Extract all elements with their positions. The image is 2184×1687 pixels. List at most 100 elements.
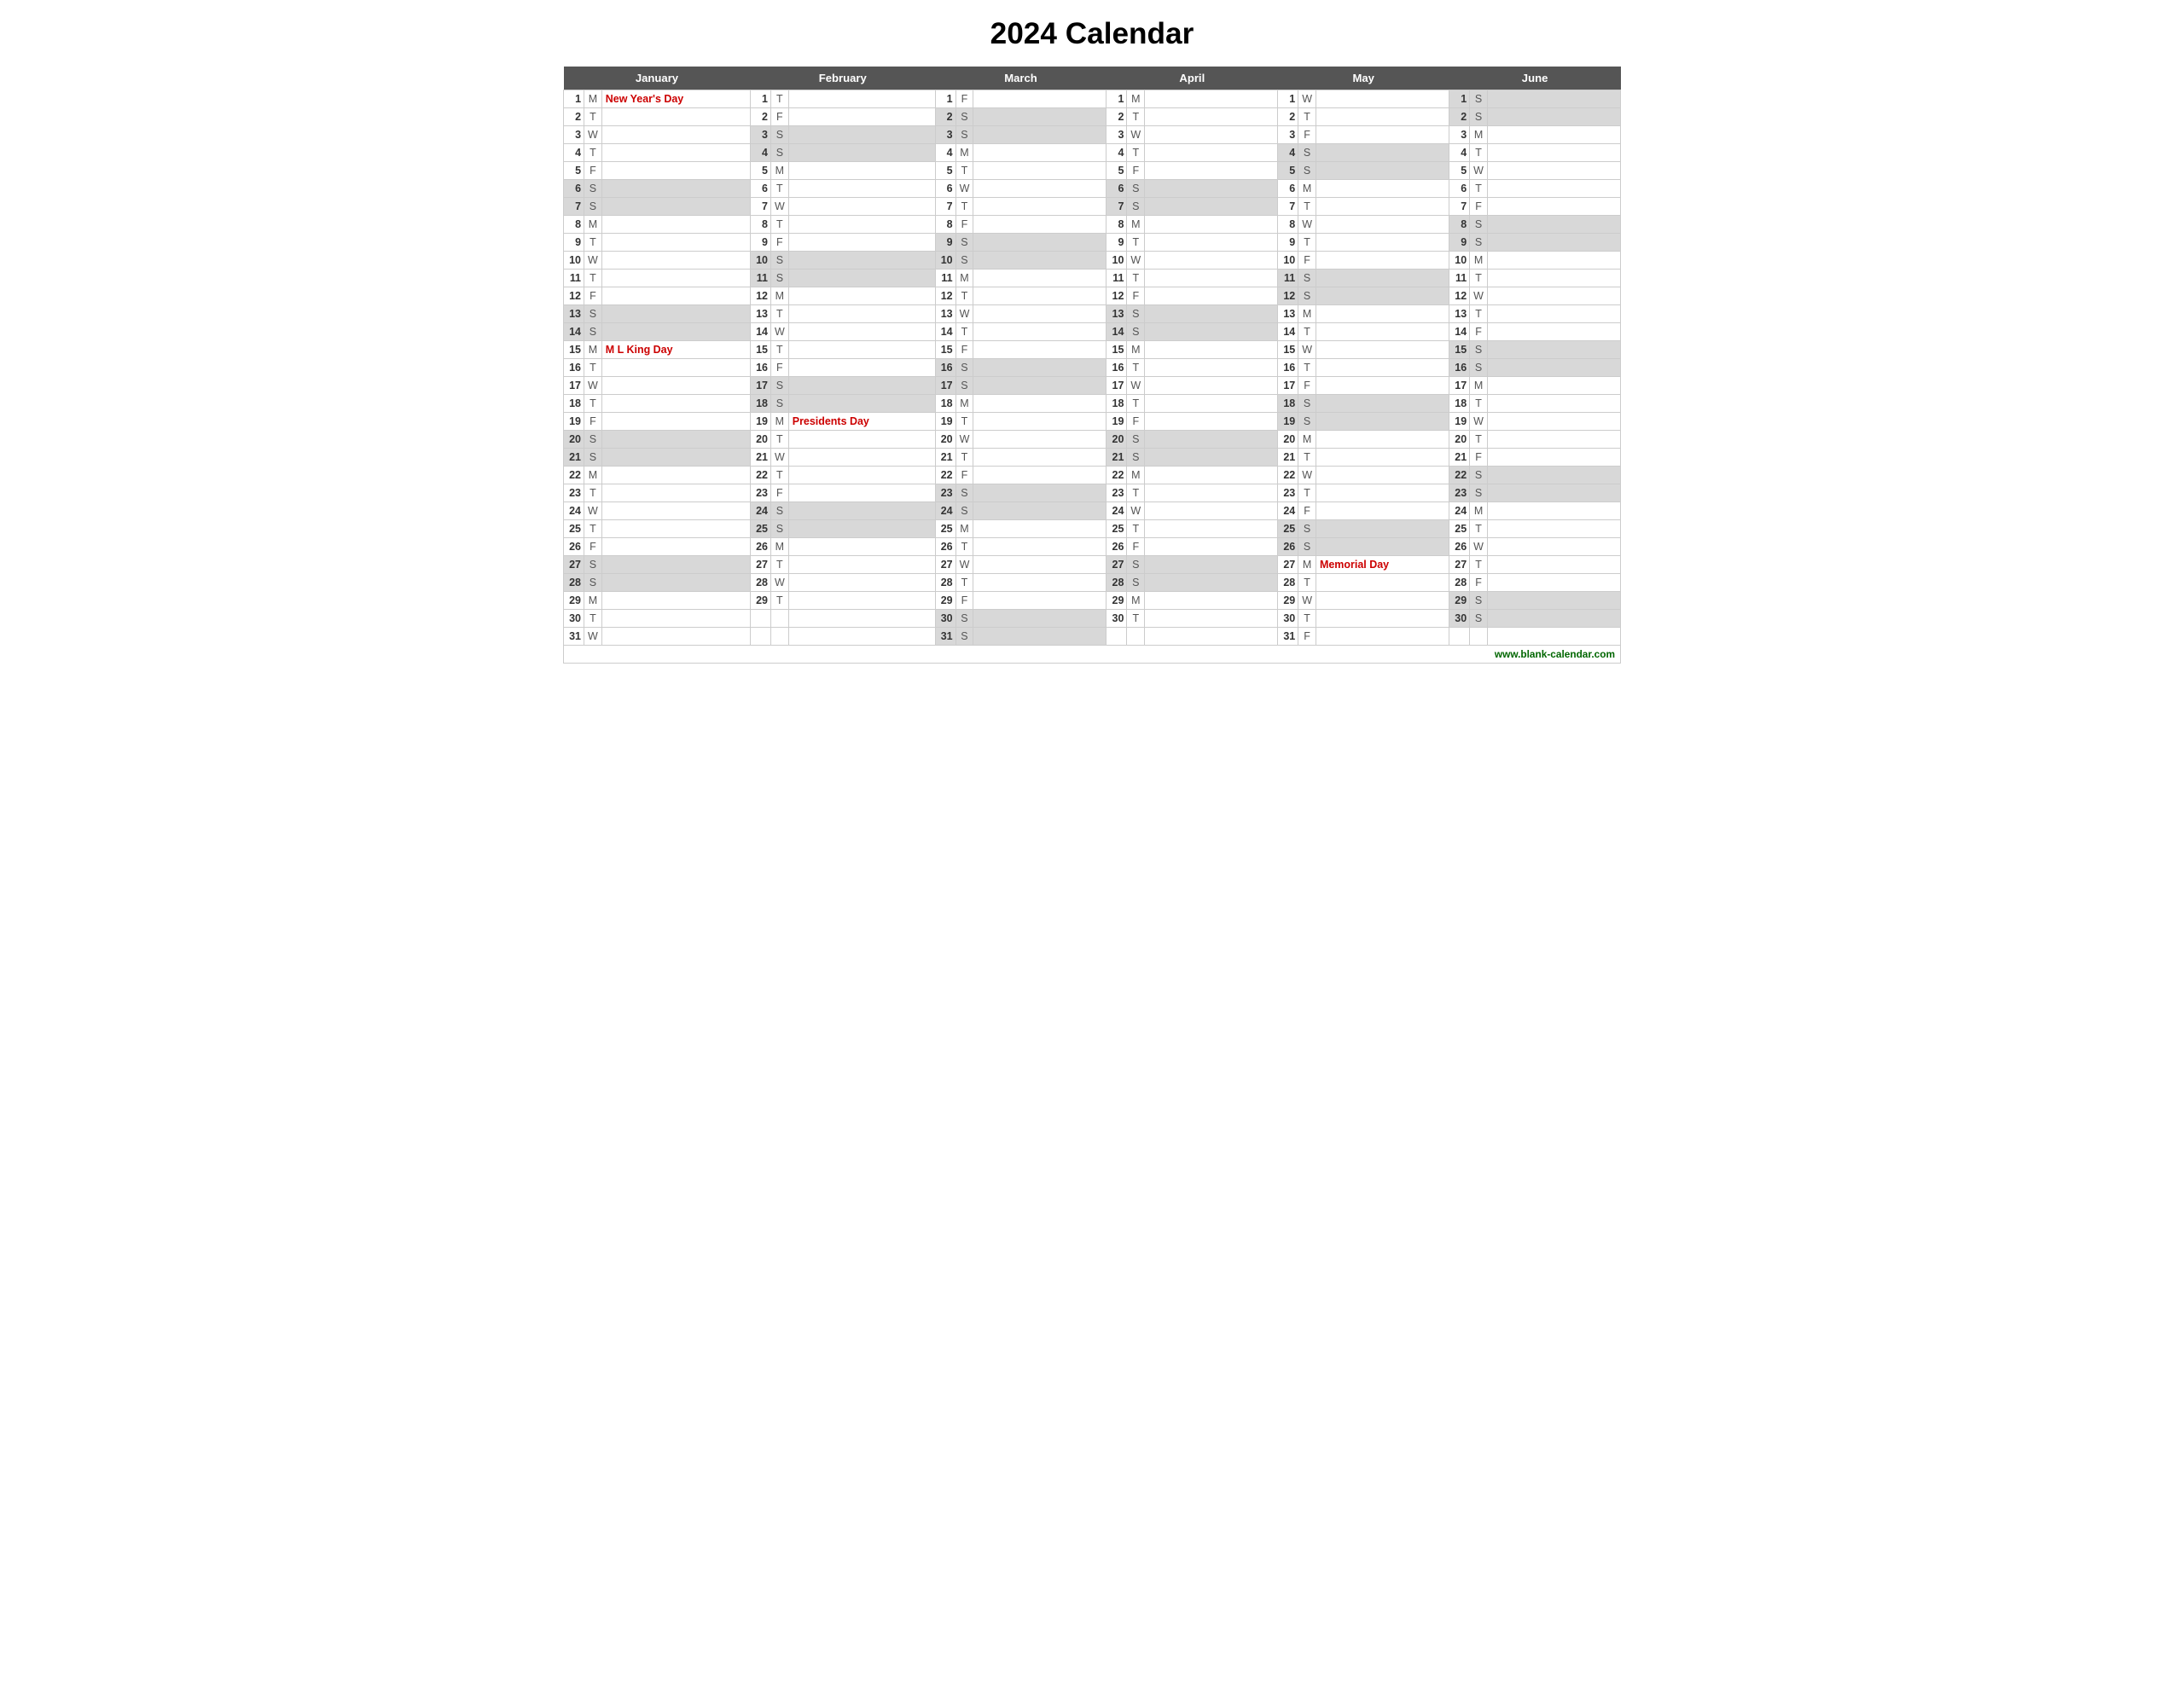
event-cell bbox=[973, 305, 1107, 323]
event-cell bbox=[1145, 216, 1278, 234]
event-cell bbox=[788, 538, 935, 556]
day-num: 17 bbox=[1107, 377, 1127, 395]
event-cell bbox=[1316, 484, 1449, 502]
day-letter: W bbox=[584, 628, 602, 646]
day-num: 17 bbox=[564, 377, 584, 395]
day-num: 4 bbox=[564, 144, 584, 162]
day-letter: F bbox=[1127, 162, 1145, 180]
day-num: 10 bbox=[935, 252, 956, 270]
event-cell bbox=[1487, 502, 1620, 520]
event-cell bbox=[601, 323, 750, 341]
event-cell bbox=[1145, 359, 1278, 377]
day-letter: T bbox=[770, 556, 788, 574]
day-letter: T bbox=[1470, 305, 1488, 323]
day-num: 11 bbox=[750, 270, 770, 287]
event-cell bbox=[1316, 395, 1449, 413]
day-num: 16 bbox=[1449, 359, 1470, 377]
day-num: 15 bbox=[564, 341, 584, 359]
event-cell bbox=[973, 610, 1107, 628]
day-num: 14 bbox=[935, 323, 956, 341]
day-letter: F bbox=[1127, 287, 1145, 305]
day-letter: S bbox=[584, 574, 602, 592]
event-cell bbox=[601, 287, 750, 305]
day-letter: W bbox=[1127, 377, 1145, 395]
day-num: 21 bbox=[564, 449, 584, 467]
day-num: 6 bbox=[935, 180, 956, 198]
day-letter: T bbox=[584, 484, 602, 502]
event-cell bbox=[601, 216, 750, 234]
empty-day-num bbox=[750, 628, 770, 646]
day-letter: W bbox=[770, 198, 788, 216]
day-letter: T bbox=[1470, 180, 1488, 198]
day-letter: S bbox=[770, 270, 788, 287]
event-cell bbox=[601, 556, 750, 574]
day-letter: T bbox=[1298, 484, 1316, 502]
event-cell bbox=[973, 484, 1107, 502]
day-num: 17 bbox=[935, 377, 956, 395]
day-num: 25 bbox=[1449, 520, 1470, 538]
day-letter: W bbox=[1470, 413, 1488, 431]
day-letter: F bbox=[956, 341, 973, 359]
day-letter: S bbox=[1127, 305, 1145, 323]
day-letter: F bbox=[770, 484, 788, 502]
empty-day-num bbox=[1107, 628, 1127, 646]
event-cell bbox=[1487, 467, 1620, 484]
event-cell bbox=[973, 592, 1107, 610]
event-cell bbox=[788, 162, 935, 180]
day-num: 25 bbox=[935, 520, 956, 538]
day-letter: S bbox=[1470, 359, 1488, 377]
day-letter: S bbox=[1470, 216, 1488, 234]
event-cell bbox=[1316, 628, 1449, 646]
event-cell bbox=[788, 323, 935, 341]
event-cell bbox=[1145, 162, 1278, 180]
event-cell bbox=[1145, 323, 1278, 341]
event-cell bbox=[601, 502, 750, 520]
day-num: 16 bbox=[564, 359, 584, 377]
event-cell bbox=[1316, 144, 1449, 162]
event-cell bbox=[973, 413, 1107, 431]
day-num: 25 bbox=[564, 520, 584, 538]
day-letter: T bbox=[770, 467, 788, 484]
day-letter: S bbox=[1127, 323, 1145, 341]
day-letter: S bbox=[1298, 144, 1316, 162]
day-num: 16 bbox=[1278, 359, 1298, 377]
day-letter: T bbox=[1470, 556, 1488, 574]
day-letter: S bbox=[1127, 431, 1145, 449]
day-num: 3 bbox=[750, 126, 770, 144]
day-num: 11 bbox=[1449, 270, 1470, 287]
event-cell bbox=[601, 108, 750, 126]
event-cell bbox=[1145, 610, 1278, 628]
day-letter: S bbox=[1470, 234, 1488, 252]
day-num: 6 bbox=[564, 180, 584, 198]
day-letter: F bbox=[770, 108, 788, 126]
day-num: 25 bbox=[1278, 520, 1298, 538]
day-letter: F bbox=[1298, 252, 1316, 270]
event-cell bbox=[1487, 377, 1620, 395]
day-num: 7 bbox=[564, 198, 584, 216]
day-letter: T bbox=[584, 395, 602, 413]
event-cell bbox=[1145, 180, 1278, 198]
day-letter: T bbox=[584, 359, 602, 377]
day-num: 21 bbox=[750, 449, 770, 467]
day-num: 30 bbox=[1278, 610, 1298, 628]
day-num: 25 bbox=[750, 520, 770, 538]
day-letter: M bbox=[584, 216, 602, 234]
day-num: 17 bbox=[1278, 377, 1298, 395]
day-letter: F bbox=[584, 413, 602, 431]
day-num: 22 bbox=[1278, 467, 1298, 484]
day-letter: W bbox=[1298, 90, 1316, 108]
day-num: 6 bbox=[750, 180, 770, 198]
event-cell bbox=[788, 234, 935, 252]
day-letter: T bbox=[1127, 144, 1145, 162]
day-num: 11 bbox=[935, 270, 956, 287]
day-letter: T bbox=[956, 538, 973, 556]
day-letter: T bbox=[584, 108, 602, 126]
day-num: 29 bbox=[750, 592, 770, 610]
day-letter: F bbox=[956, 90, 973, 108]
day-letter: T bbox=[1127, 234, 1145, 252]
day-num: 1 bbox=[1449, 90, 1470, 108]
page-title: 2024 Calendar bbox=[563, 17, 1621, 51]
day-num: 6 bbox=[1449, 180, 1470, 198]
event-cell bbox=[1316, 377, 1449, 395]
day-letter: T bbox=[956, 323, 973, 341]
